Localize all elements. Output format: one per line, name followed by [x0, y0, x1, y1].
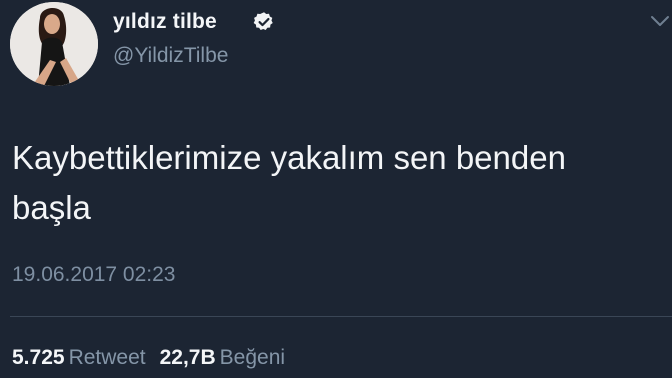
timestamp[interactable]: 19.06.2017 02:23: [12, 263, 176, 287]
tweet-stats: 5.725 Retweet 22,7B Beğeni: [12, 346, 285, 370]
like-stat[interactable]: 22,7B Beğeni: [160, 346, 285, 369]
verified-badge-icon: [253, 12, 273, 31]
avatar[interactable]: [10, 2, 98, 86]
handle[interactable]: @YildizTilbe: [113, 44, 228, 68]
divider: [10, 316, 672, 317]
display-name[interactable]: yıldız tilbe: [113, 10, 217, 34]
like-label: Beğeni: [219, 346, 286, 369]
chevron-down-icon[interactable]: [650, 14, 670, 28]
retweet-stat[interactable]: 5.725 Retweet: [12, 346, 146, 369]
like-count: 22,7B: [159, 346, 216, 369]
tweet-text: Kaybettiklerimize yakalım sen benden baş…: [12, 139, 566, 226]
retweet-label: Retweet: [68, 346, 146, 369]
retweet-count: 5.725: [12, 346, 65, 369]
tweet-card: yıldız tilbe @YildizTilbe Kaybettiklerim…: [0, 0, 672, 378]
